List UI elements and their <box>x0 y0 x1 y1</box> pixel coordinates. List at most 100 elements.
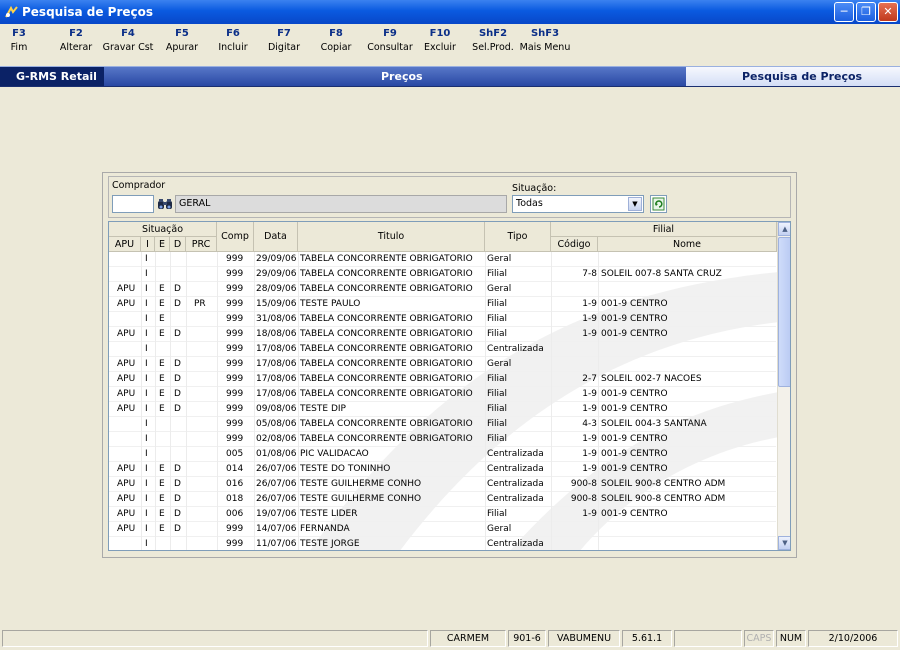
table-row[interactable]: APU I E D 006 19/07/06 TESTE LIDER Filial 1-9 001… <box>109 507 776 522</box>
fkey-alterar-button[interactable]: F2 Alterar <box>58 28 94 53</box>
cell-divider <box>254 297 255 312</box>
col-header-prc[interactable]: PRC <box>186 237 217 252</box>
vertical-scrollbar[interactable]: ▲ ▼ <box>777 222 790 550</box>
table-row[interactable]: I 999 17/08/06 TABELA CONCORRENTE OBRIGATOR… <box>109 342 776 357</box>
cell-nome: 001-9 CENTRO <box>601 434 668 444</box>
table-row[interactable]: APU I E D 014 26/07/06 TESTE DO TONINHO Central… <box>109 462 776 477</box>
cell-divider <box>254 492 255 507</box>
scroll-up-icon[interactable]: ▲ <box>778 222 790 236</box>
table-row[interactable]: APU I E D 999 09/08/06 TESTE DIP Filial 1-9 001-9… <box>109 402 776 417</box>
cell-divider <box>170 372 171 387</box>
cell-e: E <box>159 389 165 399</box>
fkey-excluir-button[interactable]: F10 Excluir <box>420 28 460 53</box>
cell-data: 18/08/06 <box>256 329 297 339</box>
minimize-button[interactable]: ─ <box>834 2 854 22</box>
col-header-comp[interactable]: Comp <box>217 222 254 252</box>
table-row[interactable]: I 005 01/08/06 PIC VALIDACAO Centralizada 1-9… <box>109 447 776 462</box>
fkey-fim-button[interactable]: F3 Fim <box>6 28 32 53</box>
fkey-mais-menu-button[interactable]: ShF3 Mais Menu <box>518 28 572 53</box>
cell-divider <box>485 522 486 537</box>
cell-divider <box>141 327 142 342</box>
table-row[interactable]: APU I E D 999 17/08/06 TABELA CONCORRENTE OBRI… <box>109 387 776 402</box>
col-header-codigo[interactable]: Código <box>551 237 598 252</box>
table-row[interactable]: I E 999 31/08/06 TABELA CONCORRENTE OBRIGATO… <box>109 312 776 327</box>
cell-tipo: Centralizada <box>487 449 544 459</box>
refresh-button[interactable] <box>650 195 667 213</box>
cell-divider <box>186 462 187 477</box>
cell-d: D <box>174 464 181 474</box>
cell-comp: 999 <box>226 389 244 399</box>
fkey-gravar-cst-button[interactable]: F4 Gravar Cst <box>100 28 156 53</box>
cell-comp: 014 <box>226 464 244 474</box>
fkey-copiar-button[interactable]: F8 Copiar <box>316 28 356 53</box>
cell-d: D <box>174 524 181 534</box>
filial-group-header: Filial <box>551 222 777 237</box>
cell-apu: APU <box>117 479 136 489</box>
table-row[interactable]: I 999 11/07/06 TESTE JORGE Centralizada <box>109 537 776 550</box>
fkey-apurar-button[interactable]: F5 Apurar <box>162 28 202 53</box>
maximize-button[interactable]: ❐ <box>856 2 876 22</box>
cell-data: 26/07/06 <box>256 464 297 474</box>
table-row[interactable]: I 999 05/08/06 TABELA CONCORRENTE OBRIGATOR… <box>109 417 776 432</box>
table-row[interactable]: APU I E D 999 17/08/06 TABELA CONCORRENTE OBRI… <box>109 357 776 372</box>
col-header-apu[interactable]: APU <box>109 237 141 252</box>
cell-divider <box>186 297 187 312</box>
col-header-titulo[interactable]: Titulo <box>298 222 485 252</box>
cell-titulo: TABELA CONCORRENTE OBRIGATORIO <box>300 344 473 354</box>
close-button[interactable]: ✕ <box>878 2 898 22</box>
cell-divider <box>155 312 156 327</box>
col-header-tipo[interactable]: Tipo <box>485 222 551 252</box>
table-row[interactable]: APU I E D 999 17/08/06 TABELA CONCORRENTE OBRI… <box>109 372 776 387</box>
cell-codigo: 1-9 <box>582 389 597 399</box>
cell-divider <box>598 342 599 357</box>
fkey-sel-prod-button[interactable]: ShF2 Sel.Prod. <box>468 28 518 53</box>
cell-divider <box>141 342 142 357</box>
cell-divider <box>298 387 299 402</box>
chevron-down-icon[interactable]: ▼ <box>628 197 642 211</box>
fkey-key: F2 <box>69 28 83 39</box>
table-row[interactable]: APU I E D 999 18/08/06 TABELA CONCORRENTE OBRI… <box>109 327 776 342</box>
situation-label: Situação: <box>512 183 557 194</box>
col-header-nome[interactable]: Nome <box>598 237 777 252</box>
cell-data: 29/09/06 <box>256 269 297 279</box>
scroll-down-icon[interactable]: ▼ <box>778 536 790 550</box>
cell-divider <box>141 537 142 550</box>
cell-divider <box>485 462 486 477</box>
fkey-digitar-button[interactable]: F7 Digitar <box>264 28 304 53</box>
col-header-i[interactable]: I <box>141 237 155 252</box>
col-header-e[interactable]: E <box>155 237 170 252</box>
table-row[interactable]: APU I E D PR 999 15/09/06 TESTE PAULO Filial 1-9 0… <box>109 297 776 312</box>
cell-divider <box>298 492 299 507</box>
fkey-label: Excluir <box>424 42 456 53</box>
binoculars-icon[interactable] <box>157 196 173 212</box>
fkey-key: F3 <box>12 28 26 39</box>
price-survey-table: Situação Comp Data Titulo Tipo Filial AP… <box>108 221 791 551</box>
window-title: Pesquisa de Preços <box>22 5 153 19</box>
table-row[interactable]: APU I E D 999 14/07/06 FERNANDA Geral <box>109 522 776 537</box>
situation-select[interactable]: Todas ▼ <box>512 195 644 213</box>
col-header-data[interactable]: Data <box>254 222 298 252</box>
table-row[interactable]: I 999 29/09/06 TABELA CONCORRENTE OBRIGATOR… <box>109 252 776 267</box>
fkey-consultar-button[interactable]: F9 Consultar <box>362 28 418 53</box>
cell-apu: APU <box>117 359 136 369</box>
cell-i: I <box>145 524 148 534</box>
col-header-d[interactable]: D <box>170 237 186 252</box>
cell-titulo: TABELA CONCORRENTE OBRIGATORIO <box>300 359 473 369</box>
cell-divider <box>551 522 552 537</box>
scroll-thumb[interactable] <box>778 237 790 387</box>
table-row[interactable]: I 999 02/08/06 TABELA CONCORRENTE OBRIGATOR… <box>109 432 776 447</box>
table-row[interactable]: APU I E D 999 28/09/06 TABELA CONCORRENTE OBRI… <box>109 282 776 297</box>
table-row[interactable]: I 999 29/09/06 TABELA CONCORRENTE OBRIGATOR… <box>109 267 776 282</box>
cell-nome: 001-9 CENTRO <box>601 329 668 339</box>
cell-codigo: 1-9 <box>582 314 597 324</box>
status-num: NUM <box>776 630 806 647</box>
cell-comp: 006 <box>226 509 244 519</box>
cell-d: D <box>174 359 181 369</box>
fkey-incluir-button[interactable]: F6 Incluir <box>213 28 253 53</box>
table-row[interactable]: APU I E D 018 26/07/06 TESTE GUILHERME CONHO Ce… <box>109 492 776 507</box>
cell-divider <box>170 522 171 537</box>
section-title: Preços <box>381 70 423 83</box>
table-row[interactable]: APU I E D 016 26/07/06 TESTE GUILHERME CONHO Ce… <box>109 477 776 492</box>
fkey-key: ShF3 <box>530 28 560 39</box>
buyer-code-input[interactable] <box>112 195 154 213</box>
